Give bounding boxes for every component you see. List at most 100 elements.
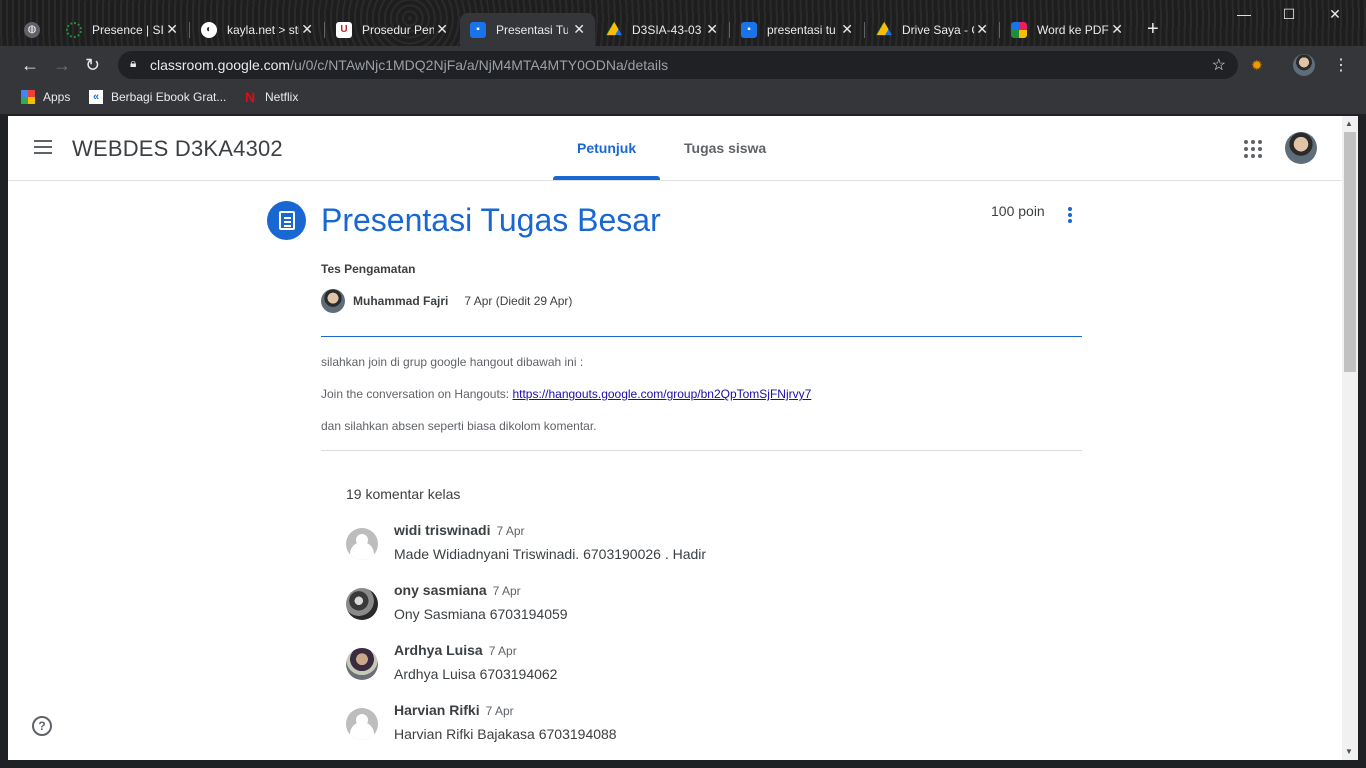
comment-author-name: ony sasmiana	[394, 582, 487, 598]
comment-text: Made Widiadnyani Triswinadi. 6703190026 …	[394, 546, 707, 562]
tab-title: kayla.net > sti	[227, 22, 299, 37]
close-tab-icon[interactable]: ✕	[301, 21, 313, 38]
bookmark-star-icon[interactable]: ☆	[1212, 55, 1226, 75]
scroll-down-arrow[interactable]: ▼	[1345, 747, 1353, 756]
close-tab-icon[interactable]: ✕	[436, 21, 448, 38]
comment-text: Ony Sasmiana 6703194059	[394, 606, 568, 622]
tab-separator	[189, 22, 190, 38]
comment-text: Harvian Rifki Bajakasa 6703194088	[394, 726, 617, 742]
main-menu-icon[interactable]	[34, 140, 52, 154]
close-tab-icon[interactable]: ✕	[841, 21, 853, 38]
tab-title: Drive Saya - G	[902, 22, 974, 37]
classroom-page: WEBDES D3KA4302 Petunjuk Tugas siswa Pre…	[8, 116, 1358, 760]
post-date: 7 Apr (Diedit 29 Apr)	[464, 294, 573, 308]
author-row: Muhammad Fajri 7 Apr (Diedit 29 Apr)	[321, 289, 572, 313]
maximize-button[interactable]: ☐	[1266, 6, 1312, 23]
close-tab-icon[interactable]: ✕	[166, 21, 178, 38]
content-divider	[321, 450, 1082, 451]
comment-author: Ardhya Luisa 7 Apr	[394, 642, 517, 658]
tab-5[interactable]: D3SIA-43-03 ✕	[596, 13, 728, 46]
scroll-up-arrow[interactable]: ▲	[1345, 119, 1353, 128]
tab-petunjuk[interactable]: Petunjuk	[577, 140, 636, 156]
ebook-icon: «	[89, 90, 103, 104]
hangouts-link[interactable]: https://hangouts.google.com/group/bn2QpT…	[512, 387, 811, 401]
more-options-icon[interactable]	[1068, 207, 1072, 225]
account-avatar[interactable]	[1285, 132, 1317, 164]
presence-icon	[66, 21, 82, 38]
back-button[interactable]: ←	[21, 55, 39, 76]
tab-0[interactable]: ◍	[14, 13, 54, 46]
close-tab-icon[interactable]: ✕	[573, 21, 585, 38]
apps-grid-icon	[21, 90, 35, 104]
comment-author: ony sasmiana 7 Apr	[394, 582, 521, 598]
close-tab-icon[interactable]: ✕	[706, 21, 718, 38]
tab-8[interactable]: Word ke PDF ✕	[1001, 13, 1133, 46]
url-path: /u/0/c/NTAwNjc1MDQ2NjFa/a/NjM4MTA4MTY0OD…	[290, 57, 669, 73]
comment-item: ony sasmiana 7 Apr Ony Sasmiana 670319405…	[346, 582, 1066, 634]
tab-strip: ◍ Presence | SIM ✕ ◐ kayla.net > sti ✕ U…	[0, 0, 1366, 46]
browser-menu-icon[interactable]: ⋮	[1333, 55, 1349, 75]
comment-author: Harvian Rifki 7 Apr	[394, 702, 514, 718]
bookmark-label: Berbagi Ebook Grat...	[111, 90, 227, 104]
instruction-line-2: Join the conversation on Hangouts: https…	[321, 387, 811, 401]
class-name[interactable]: WEBDES D3KA4302	[72, 136, 283, 162]
comment-avatar	[346, 648, 378, 680]
active-tab-indicator	[553, 176, 660, 180]
comment-author: widi triswinadi 7 Apr	[394, 522, 525, 538]
tab-separator	[999, 22, 1000, 38]
kayla-icon: ◐	[201, 21, 217, 38]
tab-6[interactable]: ▪ presentasi tu ✕	[731, 13, 863, 46]
scrollbar-thumb[interactable]	[1344, 132, 1356, 372]
tab-1[interactable]: Presence | SIM ✕	[56, 13, 188, 46]
help-icon[interactable]: ?	[32, 716, 52, 736]
classroom-topbar: WEBDES D3KA4302 Petunjuk Tugas siswa	[8, 116, 1342, 181]
assignment-points: 100 poin	[991, 203, 1045, 219]
page-scrollbar[interactable]: ▲ ▼	[1342, 116, 1358, 760]
tab-separator	[324, 22, 325, 38]
tab-tugas-siswa[interactable]: Tugas siswa	[684, 140, 766, 156]
tab-title: Presence | SIM	[92, 22, 164, 37]
assignment-subtitle: Tes Pengamatan	[321, 262, 416, 276]
close-tab-icon[interactable]: ✕	[976, 21, 988, 38]
instruction-prefix: Join the conversation on Hangouts:	[321, 387, 513, 401]
globe-icon: ◍	[24, 21, 40, 38]
tab-4-active[interactable]: ▪ Presentasi Tu ✕	[460, 13, 595, 46]
comment-date: 7 Apr	[488, 644, 517, 658]
tab-3[interactable]: U Prosedur Pen ✕	[326, 13, 458, 46]
instruction-line-1: silahkan join di grup google hangout dib…	[321, 355, 584, 369]
comment-date: 7 Apr	[496, 524, 525, 538]
title-divider	[321, 336, 1082, 337]
url-text: classroom.google.com/u/0/c/NTAwNjc1MDQ2N…	[150, 57, 668, 73]
profile-avatar[interactable]	[1293, 54, 1315, 76]
comment-avatar	[346, 708, 378, 740]
browser-toolbar: ← → ↻ 🔒︎ classroom.google.com/u/0/c/NTAw…	[0, 46, 1366, 84]
assignment-title: Presentasi Tugas Besar	[321, 202, 661, 238]
tab-title: Prosedur Pen	[362, 22, 434, 37]
minimize-button[interactable]: —	[1221, 6, 1267, 22]
instruction-line-3: dan silahkan absen seperti biasa dikolom…	[321, 419, 597, 433]
close-tab-icon[interactable]: ✕	[1111, 21, 1123, 38]
comment-author-name: Harvian Rifki	[394, 702, 480, 718]
comment-author-name: Ardhya Luisa	[394, 642, 483, 658]
browser-window: ◍ Presence | SIM ✕ ◐ kayla.net > sti ✕ U…	[0, 0, 1366, 768]
comment-date: 7 Apr	[492, 584, 521, 598]
close-window-button[interactable]: ✕	[1312, 6, 1358, 23]
new-tab-button[interactable]: +	[1147, 18, 1159, 41]
comment-avatar	[346, 588, 378, 620]
address-bar[interactable]: 🔒︎ classroom.google.com/u/0/c/NTAwNjc1MD…	[118, 51, 1238, 79]
tab-7[interactable]: Drive Saya - G ✕	[866, 13, 998, 46]
class-comments-header[interactable]: 19 komentar kelas	[346, 486, 460, 502]
forward-button[interactable]: →	[53, 55, 71, 76]
bookmark-apps[interactable]: Apps	[21, 90, 70, 104]
tab-2[interactable]: ◐ kayla.net > sti ✕	[191, 13, 323, 46]
tab-separator	[864, 22, 865, 38]
reload-button[interactable]: ↻	[85, 55, 100, 76]
bookmark-ebook[interactable]: « Berbagi Ebook Grat...	[89, 90, 226, 104]
assignment-icon	[267, 201, 306, 240]
tab-title: Presentasi Tu	[496, 22, 568, 37]
classroom-icon: ▪	[470, 21, 486, 38]
bookmarks-bar: Apps « Berbagi Ebook Grat... N Netflix	[0, 84, 1366, 114]
google-apps-icon[interactable]	[1244, 140, 1262, 158]
bookmark-netflix[interactable]: N Netflix	[243, 89, 298, 105]
extension-icon[interactable]: ✹	[1251, 57, 1263, 74]
